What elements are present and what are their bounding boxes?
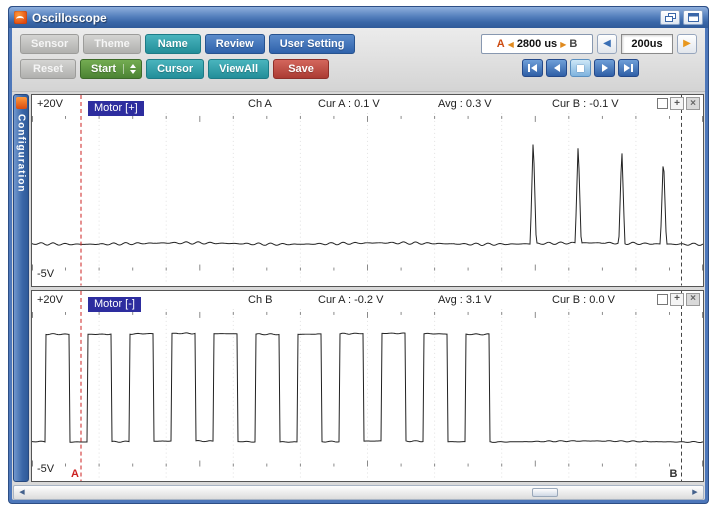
stop-button[interactable] (570, 59, 591, 77)
channel-b-panel: +20V Motor [-] Ch B Cur A : -0.2 V Avg :… (31, 290, 704, 483)
play-icon (602, 64, 608, 72)
copy-window-button[interactable] (660, 10, 680, 25)
channel-b-vmin-label: -5V (37, 463, 54, 475)
channel-a-cursor-b-value: Cur B : -0.1 V (552, 98, 619, 110)
configuration-label: Configuration (16, 114, 27, 193)
configuration-icon (16, 97, 27, 109)
channel-a-close-button[interactable]: × (686, 97, 700, 110)
scope-area: Configuration +20V Motor [+] Ch A Cur A … (12, 92, 705, 483)
theme-button[interactable]: Theme (83, 34, 140, 54)
channel-a-vmax-label: +20V (37, 98, 63, 110)
channel-b-expand-button[interactable]: + (670, 293, 684, 306)
review-button[interactable]: Review (205, 34, 265, 54)
channel-a-controls: + × (657, 97, 700, 110)
titlebar-buttons (660, 10, 703, 25)
cursor-b-marker-label[interactable]: B (670, 468, 678, 480)
channel-a-expand-button[interactable]: + (670, 97, 684, 110)
channel-b-controls: + × (657, 293, 700, 306)
left-arrow-icon: ◀ (603, 39, 611, 49)
toolbar-row-1: Sensor Theme Name Review User Setting (20, 34, 355, 54)
horizontal-scrollbar[interactable]: ◀ ▶ (13, 485, 704, 500)
channel-panels: +20V Motor [+] Ch A Cur A : 0.1 V Avg : … (31, 94, 704, 482)
step-back-icon (554, 64, 560, 72)
timebase-increase-button[interactable]: ▶ (677, 34, 697, 54)
timebase-value: 200us (621, 34, 673, 54)
timebase-decrease-button[interactable]: ◀ (597, 34, 617, 54)
cursor-a-marker-label[interactable]: A (71, 468, 79, 480)
app-icon (14, 11, 27, 24)
toolbar: Sensor Theme Name Review User Setting Re… (12, 28, 705, 92)
play-button[interactable] (594, 59, 615, 77)
cursor-b-label: B (569, 38, 577, 50)
channel-b-vmax-label: +20V (37, 294, 63, 306)
channel-b-avg-value: Avg : 3.1 V (438, 294, 492, 306)
reset-button[interactable]: Reset (20, 59, 76, 79)
step-back-button[interactable] (546, 59, 567, 77)
start-stepper-icon (123, 64, 136, 74)
toolbar-left: Sensor Theme Name Review User Setting Re… (20, 34, 355, 87)
window-mode-button[interactable] (683, 10, 703, 25)
channel-a-name: Ch A (248, 98, 272, 110)
transport-controls (522, 59, 639, 77)
channel-a-badge: Motor [+] (88, 101, 144, 116)
view-all-button[interactable]: ViewAll (208, 59, 269, 79)
titlebar[interactable]: Oscilloscope (9, 7, 708, 28)
window-icon (688, 10, 699, 25)
cursor-button[interactable]: Cursor (146, 59, 204, 79)
name-button[interactable]: Name (145, 34, 201, 54)
scroll-left-button[interactable]: ◀ (17, 489, 27, 496)
channel-b-close-button[interactable]: × (686, 293, 700, 306)
stop-icon (577, 65, 584, 72)
channel-a-panel: +20V Motor [+] Ch A Cur A : 0.1 V Avg : … (31, 94, 704, 287)
channel-b-name: Ch B (248, 294, 272, 306)
start-button-label: Start (91, 63, 116, 75)
right-arrow-icon: ▶ (683, 39, 691, 49)
cursor-delta-readout: A ◀ 2800 us ▶ B (481, 34, 593, 54)
channel-b-waveform-canvas[interactable] (32, 291, 703, 482)
cursor-a-arrow-icon: ◀ (508, 40, 514, 49)
channel-b-cursor-b-value: Cur B : 0.0 V (552, 294, 615, 306)
skip-end-icon (631, 64, 633, 72)
channel-a-vmin-label: -5V (37, 268, 54, 280)
scroll-right-button[interactable]: ▶ (690, 489, 700, 496)
channel-a-waveform-canvas[interactable] (32, 95, 703, 286)
channel-b-cursor-a-value: Cur A : -0.2 V (318, 294, 383, 306)
window-title: Oscilloscope (32, 11, 107, 25)
toolbar-row-2: Reset Start Cursor ViewAll Save (20, 59, 355, 79)
start-button[interactable]: Start (80, 59, 142, 79)
cursor-a-label: A (497, 38, 505, 50)
toolbar-right: A ◀ 2800 us ▶ B ◀ 200us ▶ (481, 34, 697, 87)
user-setting-button[interactable]: User Setting (269, 34, 356, 54)
oscilloscope-window: Oscilloscope Sensor Theme Name Review Us… (8, 6, 709, 504)
skip-start-icon (528, 64, 530, 72)
scrollbar-thumb[interactable] (532, 488, 558, 497)
skip-start-button[interactable] (522, 59, 543, 77)
channel-b-checkbox[interactable] (657, 294, 668, 305)
configuration-tab[interactable]: Configuration (13, 94, 29, 482)
cursor-b-arrow-icon: ▶ (560, 40, 566, 49)
sensor-button[interactable]: Sensor (20, 34, 79, 54)
skip-end-button[interactable] (618, 59, 639, 77)
channel-a-cursor-a-value: Cur A : 0.1 V (318, 98, 380, 110)
save-button[interactable]: Save (273, 59, 329, 79)
window-content: Sensor Theme Name Review User Setting Re… (12, 28, 705, 500)
channel-a-checkbox[interactable] (657, 98, 668, 109)
cursor-delta-value: 2800 us (517, 38, 557, 50)
channel-a-avg-value: Avg : 0.3 V (438, 98, 492, 110)
time-controls-row: A ◀ 2800 us ▶ B ◀ 200us ▶ (481, 34, 697, 54)
channel-b-badge: Motor [-] (88, 297, 141, 312)
copy-icon (665, 10, 676, 25)
